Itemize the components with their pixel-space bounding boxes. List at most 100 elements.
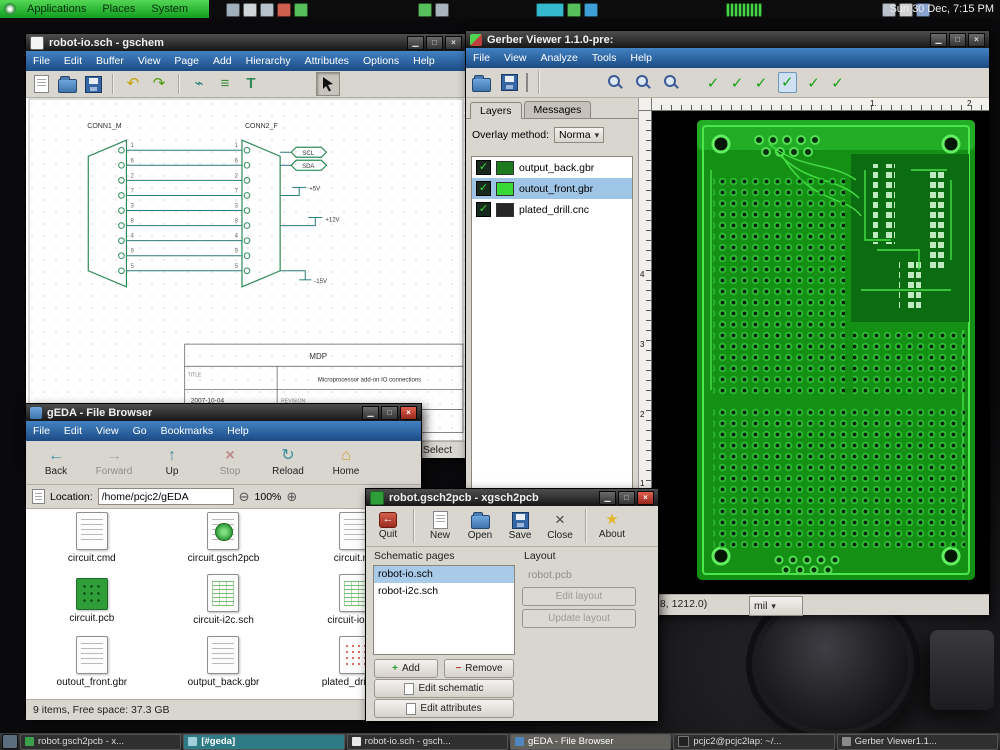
back-button[interactable]: Back [28,443,84,483]
layer-row[interactable]: plated_drill.cnc [472,199,632,220]
layer-color-swatch[interactable] [496,203,514,217]
tool-check-icon-5[interactable] [805,74,823,92]
select-mode-button[interactable] [316,72,340,96]
clock[interactable]: Sun 30 Dec, 7:15 PM [889,0,994,18]
show-desktop-icon[interactable] [2,734,18,749]
pcb-render-canvas[interactable]: 1. 2 4 3 2 1 [639,98,989,594]
xgsch2pcb-titlebar[interactable]: robot.gsch2pcb - xgsch2pcb [366,489,658,506]
fb-menu-help[interactable]: Help [220,423,256,439]
open-file-button[interactable] [56,73,78,95]
fb-menu-edit[interactable]: Edit [57,423,89,439]
taskbar-item-irc[interactable]: [#geda] [183,734,344,750]
save-file-button[interactable] [82,73,104,95]
forward-button[interactable]: Forward [86,443,142,483]
tray-computer-icon[interactable] [226,3,240,17]
layer-visible-checkbox[interactable] [476,160,491,175]
gerbv-menu-file[interactable]: File [466,50,497,66]
taskbar-item-gerbv[interactable]: Gerber Viewer1.1... [837,734,998,750]
layer-visible-checkbox[interactable] [476,181,491,196]
selected-tool-button[interactable] [778,72,797,93]
taskbar-item-filebrowser[interactable]: gEDA - File Browser [510,734,671,750]
export-button[interactable] [526,74,528,92]
schematic-canvas[interactable]: CONN1_M CONN2_F [26,98,466,441]
tab-layers[interactable]: Layers [470,102,522,119]
layer-visible-checkbox[interactable] [476,202,491,217]
zoom-out-button[interactable] [632,72,654,94]
tray-chat-icon[interactable] [243,3,257,17]
home-button[interactable]: Home [318,443,374,483]
tray-workspace-indicator[interactable] [536,3,564,17]
layer-color-swatch[interactable] [496,182,514,196]
remove-page-button[interactable]: Remove [444,659,514,678]
close-button[interactable] [968,33,985,47]
minimize-button[interactable] [362,406,379,420]
tool-check-icon-1[interactable] [704,74,722,92]
menu-places[interactable]: Places [95,3,142,15]
stop-button[interactable]: Stop [202,443,258,483]
units-select[interactable]: mil [749,596,803,616]
tray-keyboard-icon[interactable] [260,3,274,17]
close-project-button[interactable]: Close [541,508,579,545]
gerbv-menu-help[interactable]: Help [623,50,659,66]
file-item[interactable]: circuit.pcb [26,574,158,636]
gschem-menu-view[interactable]: View [131,53,168,69]
gschem-menu-edit[interactable]: Edit [57,53,89,69]
file-item[interactable]: output_back.gbr [158,636,290,698]
fb-menu-go[interactable]: Go [126,423,154,439]
distro-logo-icon[interactable] [4,3,16,15]
file-item[interactable]: circuit.cmd [26,512,158,574]
about-button[interactable]: About [593,508,631,545]
add-page-button[interactable]: Add [374,659,438,678]
open-layer-button[interactable] [470,72,492,94]
menu-system[interactable]: System [144,3,195,15]
maximize-button[interactable] [381,406,398,420]
edit-location-icon[interactable] [32,489,45,504]
gschem-menu-add[interactable]: Add [206,53,239,69]
edit-layout-button[interactable]: Edit layout [522,587,636,606]
gschem-menu-options[interactable]: Options [356,53,406,69]
file-item[interactable]: circuit.gsch2pcb [158,512,290,574]
save-project-button[interactable] [498,72,520,94]
taskbar-item-xgsch2pcb[interactable]: robot.gsch2pcb - x... [20,734,181,750]
taskbar-item-terminal[interactable]: pcjc2@pcjc2lap: ~/... [673,734,834,750]
close-button[interactable] [445,36,462,50]
tray-im-icon[interactable] [567,3,581,17]
maximize-button[interactable] [426,36,443,50]
tray-update-icon[interactable] [277,3,291,17]
maximize-button[interactable] [949,33,966,47]
gerbv-menu-analyze[interactable]: Analyze [534,50,585,66]
gschem-menu-page[interactable]: Page [167,53,206,69]
edit-schematic-button[interactable]: Edit schematic [374,679,514,698]
gschem-titlebar[interactable]: robot-io.sch - gschem [26,34,466,51]
tray-network-monitor-icon[interactable] [726,3,762,17]
tray-mount-icon[interactable] [435,3,449,17]
tray-mail-icon[interactable] [584,3,598,17]
gschem-menu-help[interactable]: Help [406,53,442,69]
new-button[interactable]: New [421,508,459,545]
edit-attributes-button[interactable]: Edit attributes [374,699,514,718]
gerbv-menu-view[interactable]: View [497,50,534,66]
zoom-out-icon[interactable] [239,489,250,505]
new-file-button[interactable] [30,73,52,95]
taskbar-item-gschem[interactable]: robot-io.sch - gsch... [347,734,508,750]
file-item[interactable]: outout_front.gbr [26,636,158,698]
tab-messages[interactable]: Messages [524,101,592,118]
gschem-menu-hierarchy[interactable]: Hierarchy [239,53,298,69]
gschem-menu-attributes[interactable]: Attributes [298,53,356,69]
gerbv-menu-tools[interactable]: Tools [585,50,624,66]
tray-ssh-icon[interactable] [294,3,308,17]
tool-check-icon-6[interactable] [829,74,847,92]
redo-button[interactable] [148,73,170,95]
up-button[interactable]: Up [144,443,200,483]
quit-button[interactable]: Quit [369,508,407,545]
zoom-fit-button[interactable] [660,72,682,94]
menu-applications[interactable]: Applications [20,3,93,15]
close-button[interactable] [400,406,417,420]
overlay-method-select[interactable]: Norma [554,127,604,143]
tool-check-icon-2[interactable] [728,74,746,92]
fb-menu-bookmarks[interactable]: Bookmarks [154,423,221,439]
fb-menu-view[interactable]: View [89,423,126,439]
file-item[interactable]: circuit-i2c.sch [158,574,290,636]
maximize-button[interactable] [618,491,635,505]
add-net-button[interactable] [188,73,210,95]
